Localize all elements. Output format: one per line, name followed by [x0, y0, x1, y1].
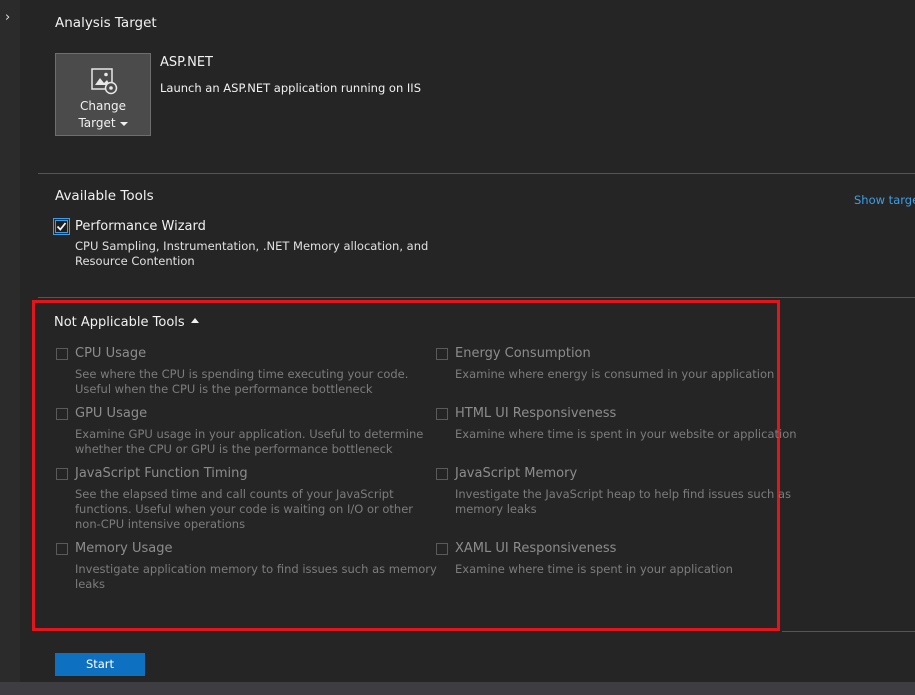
performance-wizard-label[interactable]: Performance Wizard: [75, 219, 206, 234]
javascript-function-timing-label: JavaScript Function Timing: [75, 466, 248, 481]
not-applicable-title: Not Applicable Tools: [54, 315, 185, 330]
description-line: functions. Useful when your code is wait…: [75, 502, 414, 516]
divider: [782, 631, 915, 632]
performance-wizard-description: CPU Sampling, Instrumentation, .NET Memo…: [75, 239, 428, 269]
description-line: Examine where energy is consumed in your…: [455, 367, 775, 381]
description-line: Examine GPU usage in your application. U…: [75, 427, 424, 441]
start-button[interactable]: Start: [55, 653, 145, 676]
divider: [38, 173, 915, 174]
show-target-link[interactable]: Show target: [854, 193, 915, 207]
description-line: CPU Sampling, Instrumentation, .NET Memo…: [75, 239, 429, 253]
energy-consumption-description: Examine where energy is consumed in your…: [455, 367, 774, 382]
description-line: Examine where time is spent in your appl…: [455, 562, 733, 576]
cpu-usage-description: See where the CPU is spending time execu…: [75, 367, 408, 397]
xaml-ui-responsiveness-checkbox[interactable]: [436, 543, 448, 555]
description-line: Investigate the JavaScript heap to help …: [455, 487, 792, 501]
energy-consumption-checkbox[interactable]: [436, 348, 448, 360]
analysis-target-title: Analysis Target: [55, 15, 157, 31]
gpu-usage-description: Examine GPU usage in your application. U…: [75, 427, 423, 457]
available-tools-title: Available Tools: [55, 188, 154, 204]
caret-up-icon: [190, 318, 199, 323]
xaml-ui-responsiveness-label: XAML UI Responsiveness: [455, 541, 617, 556]
javascript-memory-description: Investigate the JavaScript heap to help …: [455, 487, 791, 517]
description-line: See where the CPU is spending time execu…: [75, 367, 409, 381]
html-ui-responsiveness-checkbox[interactable]: [436, 408, 448, 420]
javascript-function-timing-description: See the elapsed time and call counts of …: [75, 487, 413, 532]
change-target-label-1: Change: [80, 99, 126, 113]
javascript-function-timing-checkbox[interactable]: [56, 468, 68, 480]
energy-consumption-label: Energy Consumption: [455, 346, 591, 361]
description-line: Examine where time is spent in your webs…: [455, 427, 797, 441]
performance-wizard-checkbox[interactable]: [53, 218, 70, 235]
html-ui-responsiveness-label: HTML UI Responsiveness: [455, 406, 617, 421]
divider: [38, 297, 915, 298]
left-gutter: [0, 0, 20, 695]
target-name: ASP.NET: [160, 55, 213, 70]
target-settings-icon: [91, 68, 119, 99]
description-line: See the elapsed time and call counts of …: [75, 487, 394, 501]
gpu-usage-checkbox[interactable]: [56, 408, 68, 420]
description-line: Investigate application memory to find i…: [75, 562, 437, 576]
bottom-scrollbar[interactable]: [0, 682, 915, 695]
memory-usage-description: Investigate application memory to find i…: [75, 562, 437, 592]
cpu-usage-checkbox[interactable]: [56, 348, 68, 360]
html-ui-responsiveness-description: Examine where time is spent in your webs…: [455, 427, 797, 442]
description-line: non-CPU intensive operations: [75, 517, 246, 531]
change-target-button[interactable]: Change Target: [55, 53, 151, 136]
xaml-ui-responsiveness-description: Examine where time is spent in your appl…: [455, 562, 733, 577]
description-line: leaks: [75, 577, 105, 591]
change-target-label-2: Target: [78, 116, 116, 130]
gpu-usage-label: GPU Usage: [75, 406, 148, 421]
description-line: whether the CPU or GPU is the performanc…: [75, 442, 393, 456]
caret-down-icon: [119, 121, 128, 126]
memory-usage-label: Memory Usage: [75, 541, 173, 556]
javascript-memory-label: JavaScript Memory: [455, 466, 578, 481]
chevron-right-icon[interactable]: ›: [5, 10, 10, 25]
javascript-memory-checkbox[interactable]: [436, 468, 448, 480]
description-line: Useful when the CPU is the performance b…: [75, 382, 373, 396]
description-line: memory leaks: [455, 502, 537, 516]
memory-usage-checkbox[interactable]: [56, 543, 68, 555]
description-line: Resource Contention: [75, 254, 195, 268]
not-applicable-toggle[interactable]: Not Applicable Tools: [54, 315, 199, 330]
checkmark-icon: [56, 222, 67, 231]
cpu-usage-label: CPU Usage: [75, 346, 147, 361]
target-description: Launch an ASP.NET application running on…: [160, 81, 421, 95]
